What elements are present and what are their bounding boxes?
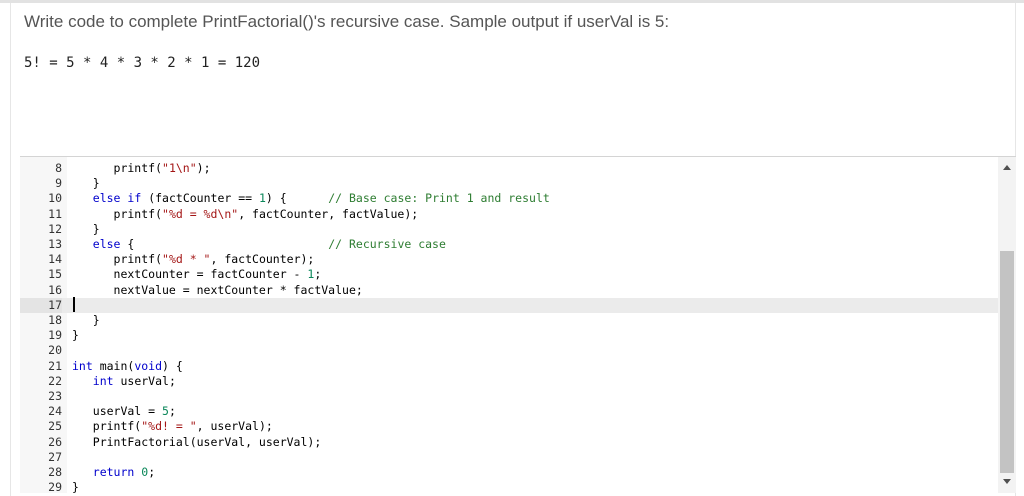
code-line[interactable]: 24 userVal = 5; <box>20 404 998 420</box>
line-number: 12 <box>20 221 62 237</box>
code-text[interactable]: } <box>72 328 79 343</box>
line-number: 13 <box>20 237 62 252</box>
line-number: 21 <box>20 358 62 374</box>
code-text[interactable]: return 0; <box>72 465 155 480</box>
code-text[interactable]: } <box>72 176 100 191</box>
code-line[interactable]: 13 else { // Recursive case <box>20 237 998 252</box>
line-number: 25 <box>20 419 62 435</box>
code-text[interactable]: else if (factCounter == 1) { // Base cas… <box>72 191 550 206</box>
line-number: 9 <box>20 176 62 192</box>
code-editor[interactable]: 8 printf("1\n"); 9 } 10 else if (factCount… <box>20 156 1016 493</box>
code-line[interactable]: 12 } <box>20 221 998 237</box>
code-text[interactable]: } <box>72 222 100 237</box>
line-number: 17 <box>20 297 62 313</box>
code-line[interactable]: 29} <box>20 480 998 493</box>
scroll-up-arrow-icon[interactable] <box>1003 165 1011 170</box>
code-text[interactable]: else { // Recursive case <box>72 237 446 252</box>
code-line[interactable]: 19} <box>20 328 998 344</box>
code-text[interactable]: PrintFactorial(userVal, userVal); <box>72 435 321 450</box>
line-number: 29 <box>20 480 62 493</box>
code-line[interactable]: 28 return 0; <box>20 465 998 480</box>
line-number: 26 <box>20 434 62 450</box>
line-number: 16 <box>20 282 62 298</box>
code-text[interactable]: } <box>72 313 100 328</box>
code-line[interactable]: 16 nextValue = nextCounter * factValue; <box>20 282 998 298</box>
line-number: 15 <box>20 267 62 283</box>
text-cursor <box>73 297 75 312</box>
line-number: 11 <box>20 206 62 222</box>
code-line[interactable]: 11 printf("%d = %d\n", factCounter, fact… <box>20 206 998 222</box>
code-line[interactable]: 26 PrintFactorial(userVal, userVal); <box>20 434 998 450</box>
code-line[interactable]: 9 } <box>20 176 998 192</box>
code-line[interactable]: 22 int userVal; <box>20 373 998 389</box>
code-line[interactable]: 25 printf("%d! = ", userVal); <box>20 419 998 435</box>
code-text[interactable]: nextCounter = factCounter - 1; <box>72 267 322 282</box>
code-line[interactable]: 18 } <box>20 313 998 328</box>
line-number: 10 <box>20 191 62 207</box>
line-number: 19 <box>20 328 62 344</box>
line-number: 14 <box>20 252 62 268</box>
code-text[interactable]: int main(void) { <box>72 359 183 374</box>
question-prompt: Write code to complete PrintFactorial()'… <box>24 12 670 31</box>
code-line[interactable]: 23 <box>20 389 998 404</box>
code-text[interactable]: printf("%d = %d\n", factCounter, factVal… <box>72 207 419 222</box>
code-text[interactable]: userVal = 5; <box>72 404 176 419</box>
line-number: 23 <box>20 389 62 404</box>
scroll-down-arrow-icon[interactable] <box>1003 479 1011 484</box>
line-number: 18 <box>20 313 62 328</box>
code-text[interactable]: } <box>72 480 79 493</box>
code-text[interactable]: printf("1\n"); <box>72 161 211 176</box>
code-line[interactable]: 17 <box>20 297 998 313</box>
line-number: 28 <box>20 465 62 480</box>
line-number: 22 <box>20 373 62 389</box>
code-line[interactable]: 14 printf("%d * ", factCounter); <box>20 252 998 268</box>
code-line[interactable]: 21 int main(void) { <box>20 358 998 374</box>
code-line[interactable]: 20 <box>20 343 998 359</box>
code-text[interactable]: int userVal; <box>72 374 176 389</box>
code-text[interactable]: printf("%d * ", factCounter); <box>72 252 315 267</box>
line-number: 24 <box>20 404 62 420</box>
code-line[interactable]: 15 nextCounter = factCounter - 1; <box>20 267 998 283</box>
vertical-scrollbar[interactable] <box>998 157 1016 493</box>
code-text[interactable]: nextValue = nextCounter * factValue; <box>72 283 363 298</box>
sample-output: 5! = 5 * 4 * 3 * 2 * 1 = 120 <box>24 55 261 71</box>
code-line[interactable]: 10 else if (factCounter == 1) { // Base … <box>20 191 998 207</box>
line-number: 27 <box>20 449 62 465</box>
code-line[interactable]: 27 <box>20 449 998 465</box>
line-number: 20 <box>20 343 62 359</box>
scrollbar-thumb[interactable] <box>1000 251 1014 473</box>
code-line[interactable]: 8 printf("1\n"); <box>20 161 998 176</box>
code-text[interactable]: printf("%d! = ", userVal); <box>72 419 273 434</box>
line-number: 8 <box>20 161 62 176</box>
